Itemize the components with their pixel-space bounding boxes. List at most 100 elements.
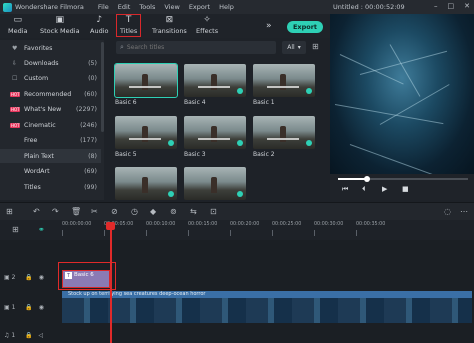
sidebar-item-free[interactable]: Free (177): [0, 133, 101, 147]
sidebar-item-plain-text[interactable]: Plain Text (8): [0, 149, 101, 163]
tab-label: Titles: [120, 27, 138, 35]
menu-file[interactable]: File: [98, 3, 109, 11]
link-icon[interactable]: ⚭: [38, 225, 45, 234]
search-input[interactable]: [126, 44, 257, 51]
redo-icon[interactable]: ↷: [52, 207, 59, 216]
more-tabs-icon[interactable]: »: [266, 21, 272, 31]
search-icon: ⌕: [120, 43, 124, 51]
text-t-icon: T: [65, 272, 72, 279]
thumb-label: Basic 3: [184, 151, 206, 158]
tab-stock-media[interactable]: ▣ Stock Media: [40, 16, 80, 36]
playback-progress[interactable]: [338, 176, 468, 182]
tab-titles[interactable]: T Titles: [116, 14, 142, 37]
playhead[interactable]: [110, 222, 112, 343]
tab-label: Media: [8, 27, 28, 35]
layout-icon[interactable]: ⊞: [6, 207, 13, 216]
tab-transitions[interactable]: ⊠ Transitions: [152, 16, 187, 36]
undo-icon[interactable]: ↶: [33, 207, 40, 216]
music-icon: ♪: [96, 15, 103, 25]
custom-icon: ☐: [12, 74, 18, 82]
play-icon[interactable]: ▶: [382, 185, 387, 193]
speed-icon[interactable]: ◷: [131, 207, 138, 216]
ruler-tick: 00:00:00:00: [62, 222, 92, 236]
sidebar-item-favorites[interactable]: ♥ Favorites: [0, 41, 101, 55]
effects-icon: ✧: [203, 15, 211, 25]
grid-view-icon[interactable]: ⊞: [312, 42, 319, 51]
menu-edit[interactable]: Edit: [118, 3, 131, 11]
folder-icon: ▭: [13, 15, 23, 25]
sidebar-item-titles[interactable]: Titles (99): [0, 180, 101, 194]
color-icon[interactable]: ◆: [150, 207, 156, 216]
lock-icon[interactable]: 🔒: [25, 274, 32, 281]
filmora-logo-icon: [3, 2, 12, 12]
crop-icon[interactable]: ⊘: [111, 207, 118, 216]
tab-label: Stock Media: [40, 27, 80, 35]
download-icon[interactable]: [237, 191, 243, 197]
document-title: Untitled : 00:00:52:09: [333, 3, 405, 11]
hot-badge: HOT: [10, 106, 20, 112]
playhead-handle[interactable]: [106, 222, 115, 230]
ruler-tick: 00:00:20:00: [230, 222, 260, 236]
lock-icon[interactable]: 🔒: [25, 332, 32, 339]
export-button[interactable]: Export: [287, 21, 323, 33]
snapshot-icon[interactable]: ⊡: [210, 207, 217, 216]
eye-icon[interactable]: ◉: [39, 304, 44, 311]
hot-badge: HOT: [10, 122, 20, 128]
search-box[interactable]: ⌕: [116, 41, 276, 54]
sidebar-item-wordart[interactable]: WordArt (69): [0, 164, 101, 178]
progress-knob[interactable]: [363, 176, 370, 182]
download-icon[interactable]: [306, 88, 312, 94]
title-thumb-basic-5[interactable]: [115, 116, 177, 149]
title-thumb-basic-6[interactable]: [114, 63, 178, 98]
video-clip[interactable]: Stock up on terrifying sea creatures dee…: [62, 291, 472, 323]
split-icon[interactable]: ⇆: [190, 207, 197, 216]
lock-icon[interactable]: 🔒: [25, 304, 32, 311]
app-title: Wondershare Filmora: [15, 3, 84, 11]
sidebar-item-custom[interactable]: ☐ Custom (0): [0, 71, 101, 85]
add-track-icon[interactable]: ⊞: [12, 225, 19, 234]
stop-icon[interactable]: ■: [402, 185, 409, 193]
menu-help[interactable]: Help: [219, 3, 234, 11]
menu-export[interactable]: Export: [189, 3, 210, 11]
speaker-icon[interactable]: ◁: [38, 332, 43, 339]
filter-dropdown[interactable]: All ▾: [282, 41, 306, 54]
title-thumb-basic-3[interactable]: [184, 116, 246, 149]
title-thumb-basic-4[interactable]: [184, 64, 246, 97]
tab-media[interactable]: ▭ Media: [8, 15, 28, 36]
title-clip[interactable]: T Basic 6: [62, 270, 110, 288]
preview-viewer[interactable]: [330, 14, 474, 174]
download-icon[interactable]: [168, 140, 174, 146]
sidebar-item-whats-new[interactable]: HOT What's New (2297): [0, 102, 101, 116]
menu-view[interactable]: View: [164, 3, 179, 11]
title-thumb[interactable]: [115, 167, 177, 200]
hot-badge: HOT: [10, 91, 20, 97]
close-icon[interactable]: ✕: [464, 2, 470, 10]
sidebar-item-recommended[interactable]: HOT Recommended (60): [0, 87, 101, 101]
tab-audio[interactable]: ♪ Audio: [90, 15, 108, 36]
title-thumb[interactable]: [184, 167, 246, 200]
download-icon[interactable]: [306, 140, 312, 146]
title-category-sidebar: ♥ Favorites ⇩ Downloads (5) ☐ Custom (0)…: [0, 40, 104, 200]
download-icon[interactable]: [237, 88, 243, 94]
maximize-icon[interactable]: □: [448, 2, 455, 10]
download-icon[interactable]: [237, 140, 243, 146]
minimize-icon[interactable]: –: [434, 2, 438, 10]
render-icon[interactable]: ◌: [444, 207, 451, 216]
timeline-ruler[interactable]: 00:00:00:00 00:00:05:00 00:00:10:00 00:0…: [60, 222, 474, 238]
step-back-icon[interactable]: ⏮: [342, 185, 348, 194]
delete-icon[interactable]: 🗑: [71, 207, 81, 216]
sidebar-item-cinematic[interactable]: HOT Cinematic (246): [0, 118, 101, 132]
title-thumb-basic-2[interactable]: [253, 116, 315, 149]
cut-icon[interactable]: ✂: [91, 207, 98, 216]
menu-tools[interactable]: Tools: [139, 3, 155, 11]
ruler-tick: 00:00:10:00: [146, 222, 176, 236]
download-icon[interactable]: [168, 191, 174, 197]
tab-effects[interactable]: ✧ Effects: [196, 15, 218, 36]
sidebar-item-downloads[interactable]: ⇩ Downloads (5): [0, 56, 101, 70]
green-screen-icon[interactable]: ⊚: [170, 207, 177, 216]
eye-icon[interactable]: ◉: [39, 274, 44, 281]
title-thumb-basic-1[interactable]: [253, 64, 315, 97]
sidebar-scrollbar[interactable]: [101, 42, 104, 132]
more-icon[interactable]: ⋯: [460, 207, 468, 216]
rewind-icon[interactable]: ⏴: [362, 185, 366, 194]
